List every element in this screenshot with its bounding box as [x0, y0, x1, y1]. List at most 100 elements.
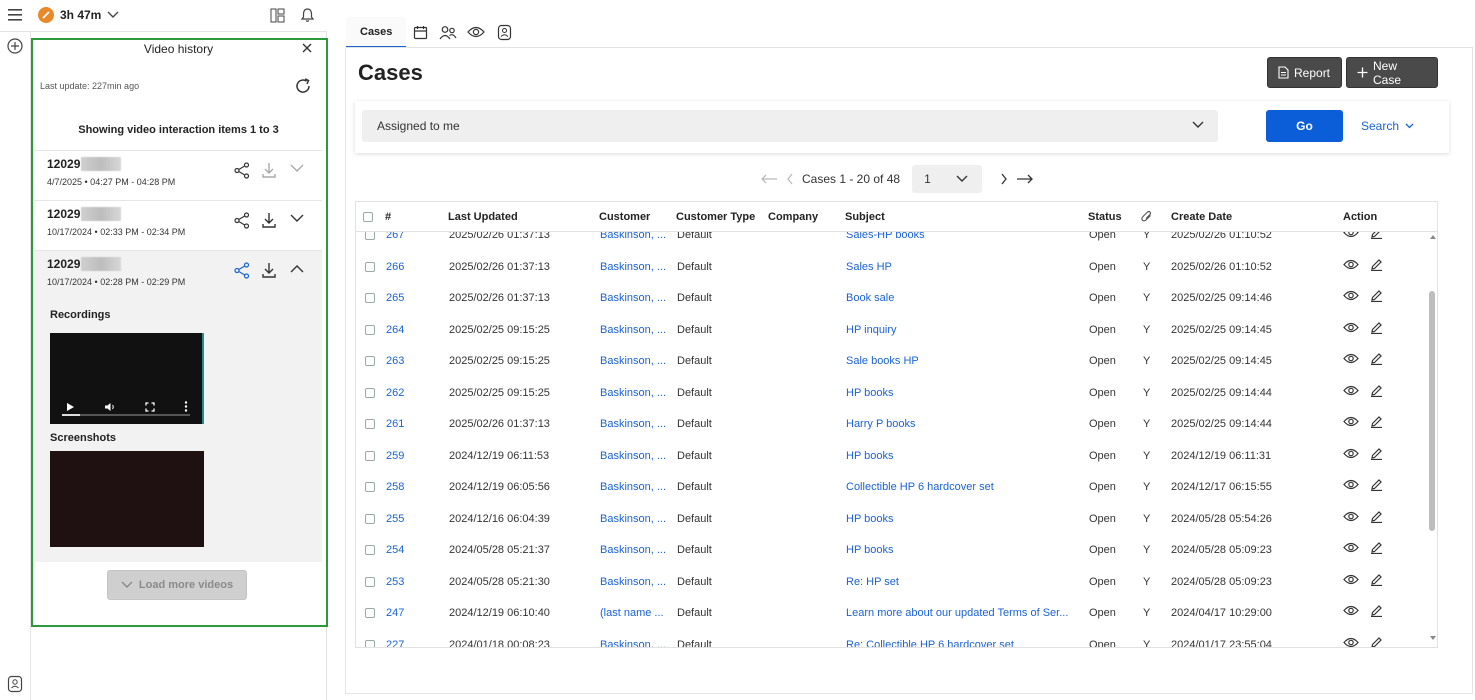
customer-link[interactable]: Baskinson, ... [600, 576, 670, 588]
customer-link[interactable]: Baskinson, ... [600, 513, 670, 525]
customer-link[interactable]: Baskinson, ... [600, 639, 670, 648]
subject-link[interactable]: Book sale [846, 292, 1082, 304]
col-company[interactable]: Company [768, 211, 818, 223]
view-eye-icon[interactable] [1343, 637, 1359, 648]
case-id-link[interactable]: 262 [386, 387, 404, 399]
new-case-button[interactable]: New Case [1346, 57, 1438, 88]
row-checkbox[interactable] [365, 324, 375, 335]
share-icon[interactable] [234, 212, 250, 229]
edit-pencil-icon[interactable] [1370, 384, 1383, 397]
subject-link[interactable]: Re: Collectible HP 6 hardcover set [846, 639, 1082, 648]
row-checkbox[interactable] [365, 261, 375, 272]
screenshot-thumbnail[interactable] [50, 451, 204, 547]
row-checkbox[interactable] [365, 639, 375, 647]
table-row[interactable]: 254 2024/05/28 05:21:37 Baskinson, ... Defa… [356, 535, 1437, 567]
share-icon[interactable] [234, 162, 250, 179]
contact-card-icon[interactable] [490, 24, 518, 41]
fullscreen-icon[interactable] [144, 401, 155, 412]
customer-link[interactable]: Baskinson, ... [600, 418, 670, 430]
next-page-icon[interactable] [1000, 173, 1008, 185]
row-checkbox[interactable] [365, 482, 375, 492]
case-id-link[interactable]: 265 [386, 292, 404, 304]
customer-link[interactable]: Baskinson, ... [600, 324, 670, 336]
view-eye-icon[interactable] [1343, 353, 1359, 364]
contact-card-icon[interactable] [7, 675, 23, 693]
video-player[interactable] [50, 333, 204, 424]
page-select[interactable]: 1 [912, 165, 983, 193]
subject-link[interactable]: HP books [846, 450, 1082, 462]
paperclip-icon[interactable] [1141, 210, 1153, 222]
more-options-icon[interactable] [184, 401, 188, 412]
col-create-date[interactable]: Create Date [1171, 211, 1232, 223]
table-row[interactable]: 258 2024/12/19 06:05:56 Baskinson, ... Defa… [356, 472, 1437, 504]
table-row[interactable]: 253 2024/05/28 05:21:30 Baskinson, ... Defa… [356, 567, 1437, 599]
last-page-icon[interactable] [1016, 174, 1034, 184]
first-page-icon[interactable] [760, 174, 778, 184]
subject-link[interactable]: Re: HP set [846, 576, 1082, 588]
subject-link[interactable]: Sales HP [846, 261, 1082, 273]
subject-link[interactable]: Collectible HP 6 hardcover set [846, 481, 1082, 493]
table-row[interactable]: 265 2025/02/26 01:37:13 Baskinson, ... Defa… [356, 283, 1437, 315]
subject-link[interactable]: HP books [846, 387, 1082, 399]
subject-link[interactable]: HP books [846, 513, 1082, 525]
col-customer[interactable]: Customer [599, 211, 650, 223]
view-eye-icon[interactable] [1343, 259, 1359, 270]
subject-link[interactable]: Learn more about our updated Terms of Se… [846, 607, 1082, 619]
calendar-icon[interactable] [406, 25, 434, 40]
add-icon[interactable] [7, 38, 23, 54]
volume-icon[interactable] [104, 402, 116, 412]
view-select[interactable]: Assigned to me [362, 110, 1218, 142]
video-item-expanded[interactable]: 12029 10/17/2024 • 02:28 PM - 02:29 PM R… [34, 250, 322, 562]
download-icon[interactable] [261, 161, 277, 179]
customer-link[interactable]: Baskinson, ... [600, 292, 670, 304]
report-button[interactable]: Report [1267, 57, 1342, 88]
col-customer-type[interactable]: Customer Type [676, 211, 755, 223]
search-dropdown[interactable]: Search [1361, 119, 1414, 133]
customer-link[interactable]: Baskinson, ... [600, 481, 670, 493]
scrollbar-thumb[interactable] [1429, 291, 1435, 531]
table-row[interactable]: 227 2024/01/18 00:08:23 Baskinson, ... Defa… [356, 630, 1437, 648]
customer-link[interactable]: Baskinson, ... [600, 355, 670, 367]
case-id-link[interactable]: 263 [386, 355, 404, 367]
table-row[interactable]: 255 2024/12/16 06:04:39 Baskinson, ... Defa… [356, 504, 1437, 536]
chevron-up-icon[interactable] [290, 264, 304, 273]
go-button[interactable]: Go [1266, 110, 1343, 142]
row-checkbox[interactable] [365, 419, 375, 429]
view-eye-icon[interactable] [1343, 416, 1359, 427]
case-id-link[interactable]: 255 [386, 513, 404, 525]
download-icon[interactable] [261, 211, 277, 229]
customer-link[interactable]: (last name ... [600, 607, 670, 619]
col-last-updated[interactable]: Last Updated [448, 211, 518, 223]
view-eye-icon[interactable] [1343, 542, 1359, 553]
edit-pencil-icon[interactable] [1370, 510, 1383, 523]
layout-icon[interactable] [270, 8, 285, 23]
customer-link[interactable]: Baskinson, ... [600, 450, 670, 462]
row-checkbox[interactable] [365, 450, 375, 461]
close-icon[interactable] [301, 42, 313, 54]
load-more-button[interactable]: Load more videos [107, 570, 247, 600]
view-eye-icon[interactable] [1343, 605, 1359, 616]
download-icon[interactable] [261, 261, 277, 279]
customer-link[interactable]: Baskinson, ... [600, 261, 670, 273]
chevron-down-icon[interactable] [290, 164, 304, 173]
play-icon[interactable] [65, 402, 75, 412]
chevron-down-icon[interactable] [290, 214, 304, 223]
col-status[interactable]: Status [1088, 211, 1122, 223]
case-id-link[interactable]: 264 [386, 324, 404, 336]
share-icon[interactable] [234, 262, 250, 279]
menu-icon[interactable] [8, 9, 22, 21]
table-row[interactable]: 247 2024/12/19 06:10:40 (last name ... Defa… [356, 598, 1437, 630]
prev-page-icon[interactable] [786, 173, 794, 185]
subject-link[interactable]: Harry P books [846, 418, 1082, 430]
subject-link[interactable]: HP inquiry [846, 324, 1082, 336]
table-row[interactable]: 262 2025/02/25 09:15:25 Baskinson, ... Defa… [356, 378, 1437, 410]
edit-pencil-icon[interactable] [1370, 258, 1383, 271]
edit-pencil-icon[interactable] [1370, 352, 1383, 365]
edit-pencil-icon[interactable] [1370, 447, 1383, 460]
case-id-link[interactable]: 227 [386, 639, 404, 648]
edit-pencil-icon[interactable] [1370, 415, 1383, 428]
row-checkbox[interactable] [365, 356, 375, 366]
case-id-link[interactable]: 247 [386, 607, 404, 619]
video-item[interactable]: 12029 4/7/2025 • 04:27 PM - 04:28 PM [34, 150, 322, 200]
case-id-link[interactable]: 253 [386, 576, 404, 588]
